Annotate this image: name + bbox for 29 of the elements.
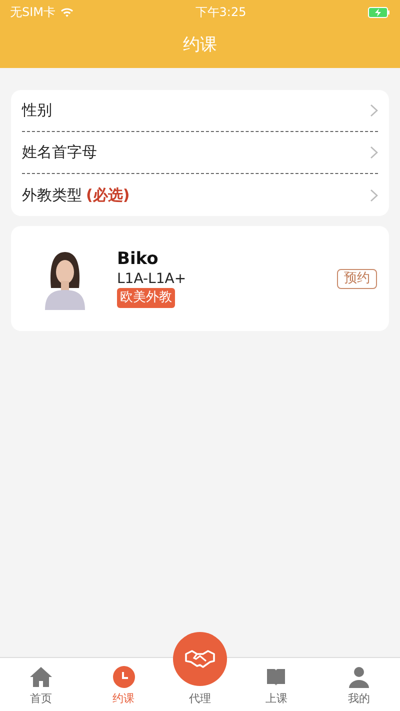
handshake-button[interactable]	[173, 632, 227, 686]
home-icon	[29, 666, 54, 688]
chevron-icon	[370, 104, 378, 117]
level-range: L1A-L1A+	[117, 270, 186, 288]
teacher-name: Biko	[117, 249, 158, 270]
filter-label: 性别	[22, 100, 52, 122]
wifi-icon	[60, 7, 74, 17]
chevron-icon	[370, 188, 378, 202]
clock-icon	[112, 666, 135, 688]
status-time: 下午3:25	[195, 4, 246, 21]
page-title: 约课	[183, 34, 217, 58]
battery-icon	[368, 6, 390, 18]
filter-label: 外教类型	[22, 184, 82, 206]
teacher-tag: 欧美外教	[117, 288, 175, 308]
required-note: (必选)	[86, 184, 130, 206]
chevron-icon	[370, 146, 378, 159]
person-icon	[348, 666, 370, 688]
filter-row[interactable]: 姓名首字母	[22, 132, 378, 174]
tab-item[interactable]: 上课	[235, 658, 318, 711]
handshake-icon	[185, 650, 215, 668]
filter-row[interactable]: 外教类型 (必选)	[22, 174, 378, 216]
filter-row[interactable]: 性别	[22, 90, 378, 132]
filter-label: 姓名首字母	[22, 142, 97, 164]
tab-item[interactable]: 约课	[82, 658, 165, 711]
book-button[interactable]: 预约	[337, 268, 377, 288]
tab-item[interactable]: 首页	[0, 658, 82, 711]
tab-item[interactable]: 我的	[318, 658, 400, 711]
tab-item[interactable]: 代理	[189, 690, 212, 707]
carrier-text: 无SIM卡	[10, 4, 56, 21]
